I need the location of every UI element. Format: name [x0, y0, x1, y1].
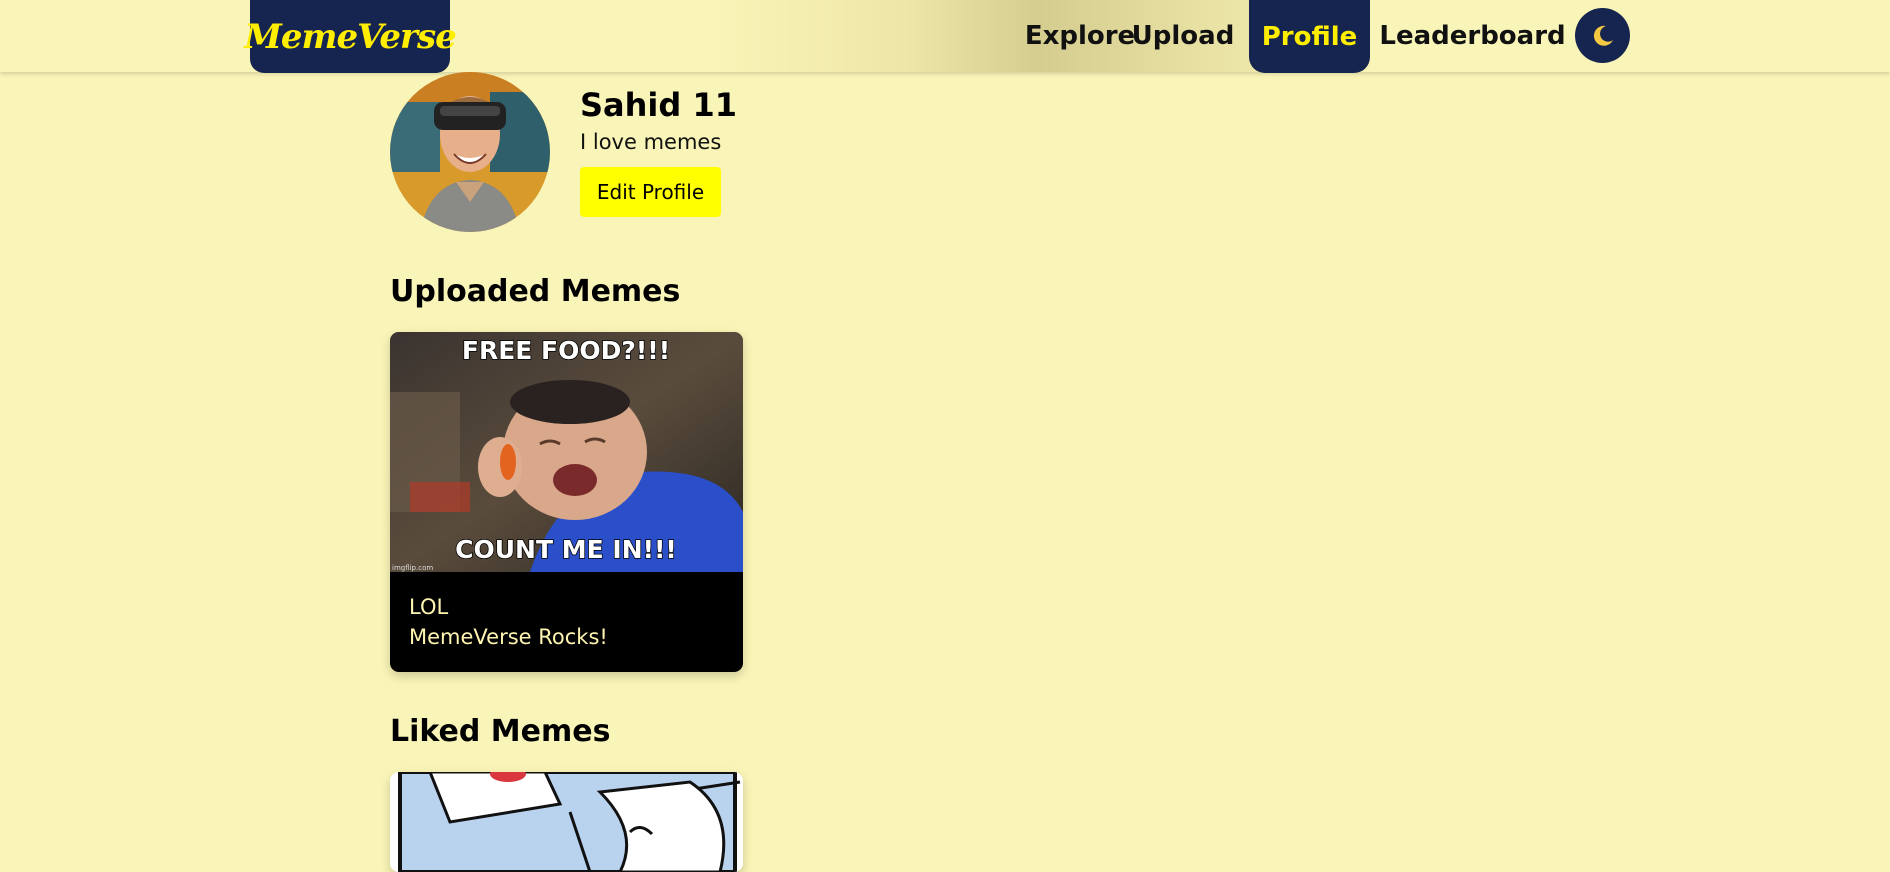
liked-meme-card[interactable] [390, 772, 743, 872]
liked-memes-heading: Liked Memes [390, 714, 611, 749]
nav-explore[interactable]: Explore [1020, 0, 1140, 72]
logo-text: MemeVerse [244, 16, 456, 57]
nav-profile[interactable]: Profile [1249, 0, 1370, 73]
profile-name: Sahid 11 [580, 86, 737, 124]
meme-bottom-text: COUNT ME IN!!! [455, 535, 677, 564]
meme-watermark: imgflip.com [392, 564, 433, 572]
profile-bio: I love memes [580, 130, 722, 154]
uploaded-memes-heading: Uploaded Memes [390, 274, 681, 309]
meme-caption: LOL MemeVerse Rocks! [409, 592, 608, 652]
liked-meme-image [390, 772, 743, 872]
meme-card[interactable]: FREE FOOD?!!! COUNT ME IN!!! imgflip.com… [390, 332, 743, 672]
moon-icon [1593, 25, 1613, 46]
navbar: MemeVerse Explore Upload Profile Leaderb… [0, 0, 1890, 73]
meme-caption-line: LOL [409, 595, 449, 619]
meme-caption-line: MemeVerse Rocks! [409, 625, 608, 649]
avatar [390, 72, 550, 232]
nav-upload[interactable]: Upload [1132, 0, 1235, 72]
meme-top-text: FREE FOOD?!!! [462, 336, 670, 365]
meme-image: FREE FOOD?!!! COUNT ME IN!!! imgflip.com [390, 332, 743, 572]
nav-leaderboard[interactable]: Leaderboard [1379, 0, 1565, 72]
logo[interactable]: MemeVerse [244, 0, 457, 73]
edit-profile-button[interactable]: Edit Profile [580, 167, 721, 217]
theme-toggle-button[interactable] [1575, 8, 1630, 63]
